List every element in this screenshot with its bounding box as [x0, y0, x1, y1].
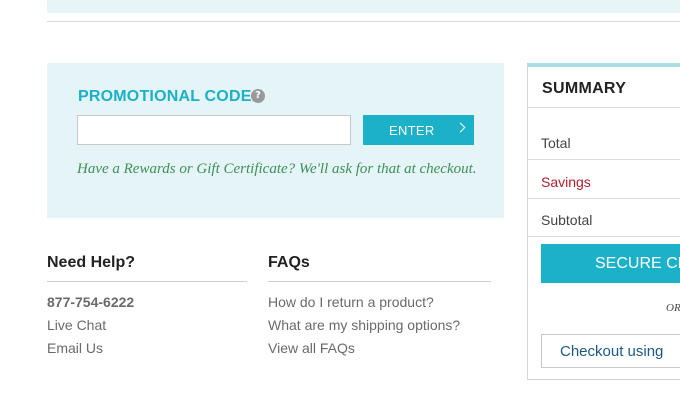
rewards-gift-note: Have a Rewards or Gift Certificate? We'l… [77, 161, 477, 177]
promo-code-panel: PROMOTIONAL CODE ? ENTER Have a Rewards … [47, 63, 504, 218]
faqs-heading: FAQs [268, 254, 310, 271]
enter-button-label: ENTER [389, 123, 435, 138]
email-us-link[interactable]: Email Us [47, 337, 247, 360]
faq-shipping-link[interactable]: What are my shipping options? [268, 314, 491, 337]
order-summary-panel: SUMMARY Total Savings Subtotal SECURE CH… [527, 63, 680, 380]
faq-return-link[interactable]: How do I return a product? [268, 291, 491, 314]
chevron-right-icon [455, 122, 466, 133]
faq-view-all-link[interactable]: View all FAQs [268, 337, 491, 360]
question-mark-icon[interactable]: ? [251, 89, 265, 103]
need-help-divider [47, 281, 247, 282]
summary-divider [528, 159, 680, 160]
faqs-divider [268, 281, 491, 282]
faqs-section: FAQs How do I return a product? What are… [268, 253, 491, 360]
savings-label: Savings [541, 174, 591, 190]
need-help-section: Need Help? 877-754-6222 Live Chat Email … [47, 253, 247, 360]
summary-divider [528, 198, 680, 199]
summary-divider [528, 236, 680, 237]
checkout-using-button[interactable]: Checkout using [541, 334, 680, 368]
phone-number: 877-754-6222 [47, 294, 135, 310]
top-divider [47, 21, 680, 22]
secure-checkout-button[interactable]: SECURE CHECKOUT [541, 244, 680, 283]
top-banner-strip [47, 0, 680, 13]
summary-divider [528, 107, 680, 108]
need-help-heading: Need Help? [47, 254, 136, 271]
promo-code-input[interactable] [77, 115, 351, 145]
or-separator: OR [666, 302, 680, 314]
enter-button[interactable]: ENTER [363, 115, 474, 145]
live-chat-link[interactable]: Live Chat [47, 314, 247, 337]
promo-code-title: PROMOTIONAL CODE [78, 88, 252, 105]
total-label: Total [541, 135, 571, 151]
subtotal-label: Subtotal [541, 212, 593, 228]
summary-title: SUMMARY [542, 80, 627, 97]
